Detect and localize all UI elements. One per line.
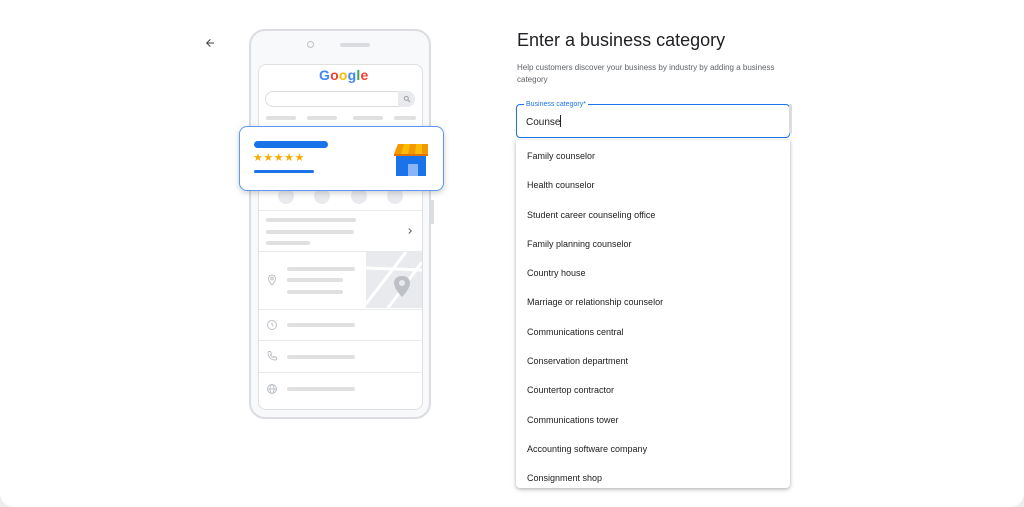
mock-tab-line xyxy=(307,116,337,120)
suggestion-option[interactable]: Communications tower xyxy=(516,406,790,435)
storefront-icon xyxy=(394,144,428,176)
clock-icon xyxy=(266,319,278,331)
mock-text-line xyxy=(287,278,343,282)
mock-text-line xyxy=(287,290,343,294)
rating-stars: ★★★★★ xyxy=(253,152,305,164)
suggestion-option[interactable]: Conservation department xyxy=(516,347,790,376)
mock-text-line xyxy=(287,267,355,271)
mock-search-bar xyxy=(265,91,415,107)
google-logo: Google xyxy=(319,67,369,83)
mock-text-line xyxy=(266,241,310,245)
mock-divider xyxy=(259,210,422,211)
chevron-right-icon xyxy=(408,228,412,234)
business-category-label: Business category* xyxy=(524,100,588,109)
mock-text-line xyxy=(266,230,354,234)
suggestion-option[interactable]: Communications central xyxy=(516,318,790,347)
mock-text-line xyxy=(266,218,356,222)
arrow-back-icon xyxy=(206,39,214,47)
help-text: Help customers discover your business by… xyxy=(517,63,775,84)
suggestions-dropdown: Family counselor Health counselor Studen… xyxy=(516,140,790,488)
suggestion-option[interactable]: Country house xyxy=(516,259,790,288)
phone-camera xyxy=(307,41,314,48)
phone-side-button xyxy=(431,200,434,224)
map-roads-icon xyxy=(366,252,422,308)
mock-map xyxy=(366,252,422,308)
suggestion-option[interactable]: Accounting software company xyxy=(516,435,790,464)
suggestion-option[interactable]: Marriage or relationship counselor xyxy=(516,288,790,317)
mock-text-line xyxy=(287,323,355,327)
phone-icon xyxy=(266,350,278,362)
suggestion-option[interactable]: Family counselor xyxy=(516,142,790,171)
business-detail-bar xyxy=(254,170,314,173)
mock-divider xyxy=(259,372,422,373)
mock-tab-line xyxy=(353,116,383,120)
mock-tab-line xyxy=(394,116,416,120)
back-button[interactable] xyxy=(200,33,220,53)
suggestion-option[interactable]: Health counselor xyxy=(516,171,790,200)
page-title: Enter a business category xyxy=(517,30,726,50)
text-cursor xyxy=(560,115,561,127)
search-icon xyxy=(403,95,410,103)
mock-text-line xyxy=(287,387,355,391)
location-pin-icon xyxy=(266,274,278,286)
suggestion-option[interactable]: Countertop contractor xyxy=(516,376,790,405)
mock-divider xyxy=(259,309,422,310)
business-category-input[interactable] xyxy=(526,114,776,130)
suggestion-option[interactable]: Family planning counselor xyxy=(516,230,790,259)
mock-search-button xyxy=(398,91,415,107)
page-scrollbar[interactable] xyxy=(789,104,792,134)
suggestion-option[interactable]: Consignment shop xyxy=(516,464,790,488)
mock-text-line xyxy=(287,355,355,359)
business-name-bar xyxy=(254,141,328,148)
mock-divider xyxy=(259,340,422,341)
phone-speaker xyxy=(340,43,370,47)
suggestion-option[interactable]: Student career counseling office xyxy=(516,201,790,230)
mock-tab-line xyxy=(266,116,296,120)
page: Google ★★★★★ Enter a business category H… xyxy=(0,0,1024,507)
globe-icon xyxy=(266,383,278,395)
